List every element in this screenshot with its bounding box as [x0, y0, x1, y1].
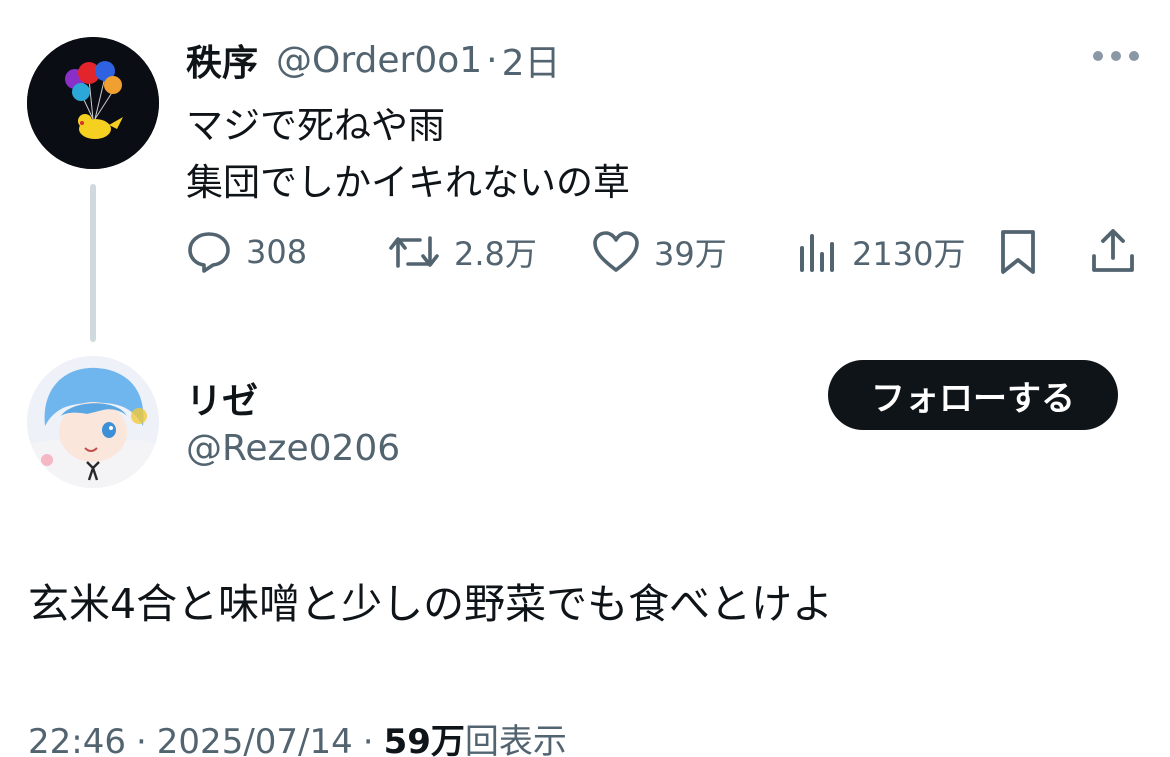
retweet-count: 2.8万 — [454, 235, 537, 273]
avatar[interactable] — [27, 356, 159, 488]
display-name[interactable]: リゼ — [186, 372, 258, 424]
tweet-date[interactable]: 2025/07/14 — [157, 722, 353, 757]
bookmark-action[interactable] — [998, 228, 1038, 276]
separator: · — [362, 722, 374, 757]
views-label: 回表示 — [464, 722, 567, 757]
views-count: 2130万 — [852, 235, 966, 273]
tweet-time[interactable]: 2日 — [502, 34, 561, 86]
reply-icon — [188, 232, 230, 273]
separator: · — [486, 39, 498, 81]
retweet-action[interactable]: 2.8万 — [388, 228, 537, 276]
display-name[interactable]: 秩序 — [186, 34, 258, 86]
share-icon — [1092, 229, 1134, 272]
like-action[interactable]: 39万 — [592, 228, 727, 276]
tweet-text: 玄米4合と味噌と少しの野菜でも食べとけよ — [28, 580, 834, 628]
share-action[interactable] — [1090, 228, 1136, 276]
bookmark-icon — [1001, 230, 1035, 274]
separator: · — [135, 722, 147, 757]
more-options-icon[interactable] — [1093, 44, 1139, 68]
views-action[interactable]: 2130万 — [798, 228, 965, 276]
thread-connector — [90, 184, 96, 342]
reply-count: 308 — [246, 233, 308, 271]
tweet-time[interactable]: 22:46 — [28, 722, 126, 757]
views-chart-icon — [800, 234, 834, 272]
heart-icon — [593, 231, 639, 272]
reply-action[interactable]: 308 — [186, 228, 307, 276]
tweet-text-line: マジで死ねや雨 — [186, 104, 445, 147]
tweet-header: 秩序 @Order0o1 · 2日 — [186, 34, 561, 86]
anime-girl-icon — [27, 356, 159, 488]
views-count[interactable]: 59万 — [384, 714, 465, 757]
tweet-meta: 22:46 · 2025/07/14 · 59万 回表示 — [28, 714, 567, 757]
like-count: 39万 — [654, 235, 727, 273]
retweet-icon — [389, 236, 439, 268]
follow-button[interactable]: フォローする — [828, 360, 1118, 430]
tweet-text-line: 集団でしかイキれないの草 — [186, 161, 630, 204]
user-handle[interactable]: @Order0o1 — [276, 40, 482, 81]
avatar[interactable] — [27, 37, 159, 169]
pikachu-balloons-icon — [27, 37, 159, 169]
user-handle[interactable]: @Reze0206 — [186, 428, 400, 469]
